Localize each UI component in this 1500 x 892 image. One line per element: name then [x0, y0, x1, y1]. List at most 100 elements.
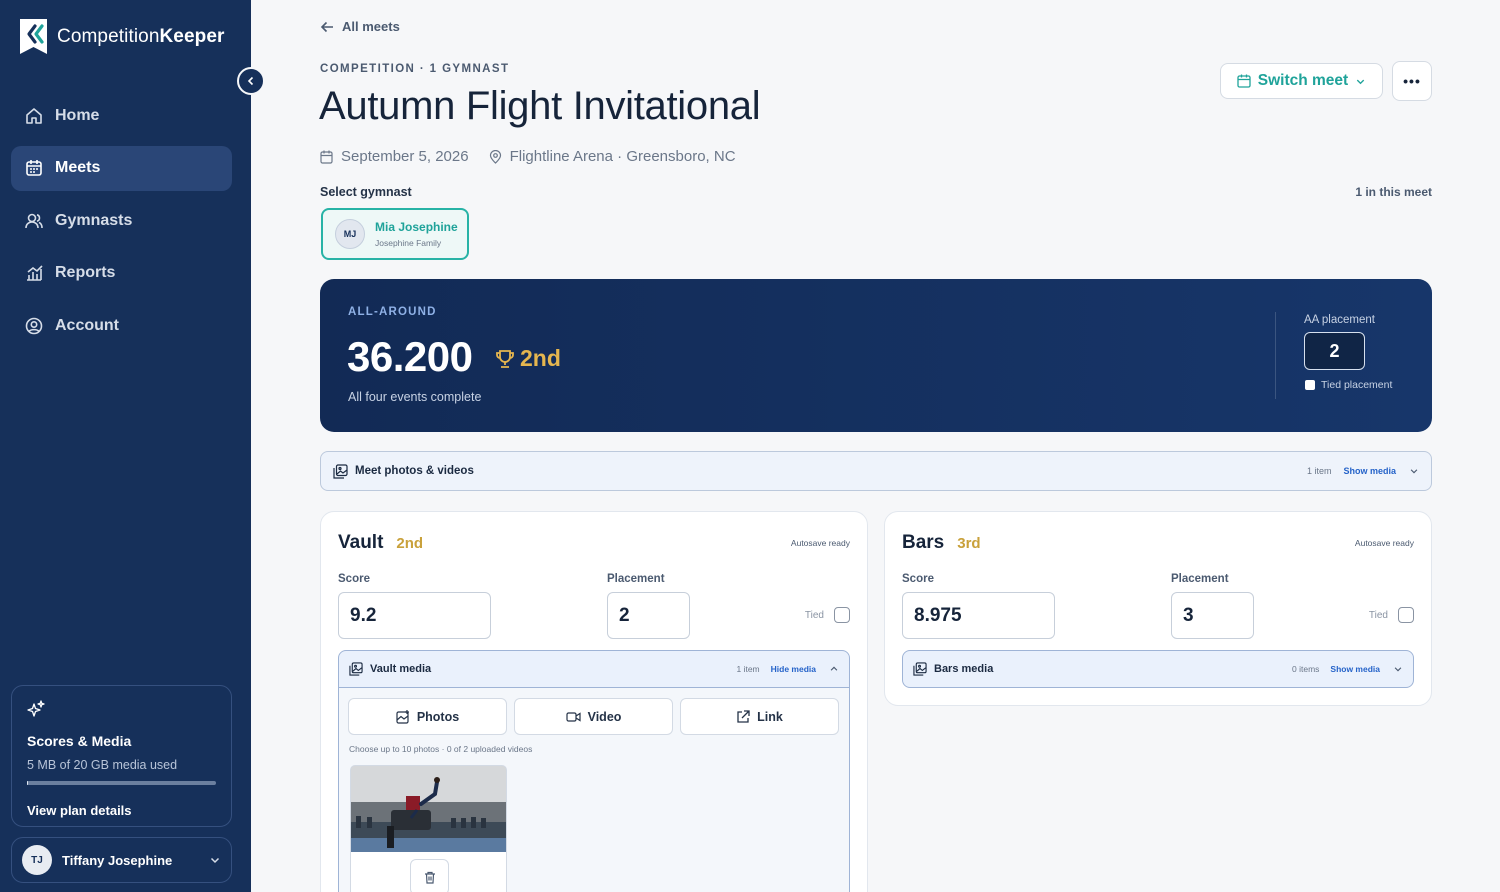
logo-icon: [20, 19, 47, 54]
show-media-button[interactable]: Show media: [1343, 466, 1396, 476]
event-title: Vault 2nd: [338, 532, 423, 554]
switch-meet-label: Switch meet: [1257, 72, 1349, 89]
tied-label: Tied: [804, 609, 824, 621]
arrow-left-icon: [320, 21, 333, 32]
add-link-button[interactable]: Link: [680, 698, 839, 735]
tied-placement-checkbox[interactable]: [1305, 380, 1315, 390]
back-link[interactable]: All meets: [320, 19, 400, 34]
autosave-status: Autosave ready: [1354, 538, 1414, 548]
main-content: All meets COMPETITION · 1 GYMNAST Autumn…: [251, 0, 1500, 892]
event-name: Vault: [338, 532, 384, 553]
gymnast-photo: [351, 766, 506, 852]
score-label: Score: [338, 573, 370, 585]
tied-label: Tied: [1368, 609, 1388, 621]
chevron-up-icon: [830, 666, 838, 671]
sidebar-item-reports[interactable]: Reports: [11, 251, 232, 296]
chevron-left-icon: [247, 76, 254, 86]
tied-checkbox[interactable]: [1398, 607, 1414, 623]
event-card-bars: Bars 3rd Autosave ready Score 8.975 Plac…: [884, 511, 1432, 706]
page-title: Autumn Flight Invitational: [319, 84, 761, 128]
more-options-icon: •••: [1403, 73, 1421, 89]
tied-checkbox[interactable]: [834, 607, 850, 623]
home-icon: [26, 107, 42, 124]
upload-buttons: Photos Video Link: [348, 698, 839, 735]
user-menu[interactable]: TJ Tiffany Josephine: [11, 837, 232, 883]
sparkles-icon: [27, 700, 45, 717]
view-plan-link[interactable]: View plan details: [27, 803, 216, 818]
plan-usage-bar: [27, 781, 216, 785]
sidebar-item-label: Account: [55, 316, 119, 334]
meet-meta: September 5, 2026 Flightline Arena · Gre…: [320, 148, 736, 165]
event-placement: 2nd: [396, 535, 424, 552]
sidebar-item-label: Gymnasts: [55, 211, 133, 229]
show-media-button[interactable]: Show media: [1330, 664, 1380, 674]
vault-media-count: 1 item: [736, 664, 760, 674]
calendar-icon: [26, 160, 42, 176]
plan-usage: 5 MB of 20 GB media used: [27, 758, 178, 772]
score-input[interactable]: 8.975: [902, 592, 1055, 639]
plan-usage-fill: [27, 781, 28, 785]
sidebar-item-home[interactable]: Home: [11, 93, 232, 138]
aa-placement-input[interactable]: 2: [1304, 332, 1365, 370]
event-placement: 3rd: [957, 535, 981, 552]
users-icon: [25, 213, 43, 228]
divider: [1275, 312, 1276, 399]
gymnast-name: Mia Josephine: [375, 220, 458, 234]
calendar-icon: [1237, 74, 1251, 88]
event-name: Bars: [902, 532, 945, 553]
page-eyebrow: COMPETITION · 1 GYMNAST: [320, 63, 510, 75]
placement-label: Placement: [1171, 573, 1229, 585]
sidebar-item-label: Reports: [55, 264, 116, 281]
brand[interactable]: CompetitionKeeper: [18, 17, 225, 57]
vault-media-bar[interactable]: Vault media 1 item Hide media: [338, 650, 850, 688]
vault-media-panel: Photos Video Link Choose up to 10 photos…: [338, 688, 850, 892]
plan-title: Scores & Media: [27, 733, 132, 749]
event-card-vault: Vault 2nd Autosave ready Score 9.2 Place…: [320, 511, 868, 892]
hide-media-button[interactable]: Hide media: [771, 664, 816, 674]
placement-label: Placement: [607, 573, 665, 585]
sidebar-item-gymnasts[interactable]: Gymnasts: [11, 198, 232, 243]
upload-video-button[interactable]: Video: [514, 698, 673, 735]
score-input[interactable]: 9.2: [338, 592, 491, 639]
sidebar-item-label: Home: [55, 106, 100, 124]
meet-media-count: 1 item: [1306, 466, 1332, 476]
gymnast-chip-selected[interactable]: MJ Mia Josephine Josephine Family: [321, 208, 469, 260]
tied-toggle[interactable]: Tied: [805, 607, 850, 623]
upload-photos-label: Photos: [416, 709, 460, 724]
bars-media-count: 0 items: [1292, 664, 1320, 674]
more-options-button[interactable]: •••: [1392, 61, 1432, 101]
gymnast-family: Josephine Family: [375, 238, 442, 248]
map-pin-icon: [489, 149, 501, 164]
tied-placement-toggle[interactable]: Tied placement: [1305, 379, 1392, 391]
image-plus-icon: [396, 709, 409, 724]
collapse-sidebar-button[interactable]: [237, 67, 265, 95]
media-thumbnail[interactable]: [350, 765, 507, 892]
bars-media-bar[interactable]: Bars media 0 items Show media: [902, 650, 1414, 688]
placement-input[interactable]: 3: [1171, 592, 1254, 639]
meet-media-title: Meet photos & videos: [355, 465, 474, 477]
user-circle-icon: [25, 317, 43, 334]
vault-media-title: Vault media: [370, 663, 432, 675]
meet-media-bar[interactable]: Meet photos & videos 1 item Show media: [320, 451, 1432, 491]
upload-photos-button[interactable]: Photos: [348, 698, 507, 735]
tied-toggle[interactable]: Tied: [1369, 607, 1414, 623]
trash-icon: [424, 871, 435, 884]
placement-input[interactable]: 2: [607, 592, 690, 639]
calendar-icon: [320, 150, 333, 164]
all-around-label: ALL-AROUND: [348, 306, 437, 318]
switch-meet-button[interactable]: Switch meet: [1220, 63, 1383, 99]
sidebar-item-account[interactable]: Account: [11, 303, 232, 348]
sidebar: CompetitionKeeper Home Meets Gymnasts Re…: [0, 0, 251, 892]
sidebar-item-meets[interactable]: Meets: [11, 145, 232, 191]
user-name: Tiffany Josephine: [62, 852, 173, 868]
chevron-down-icon: [210, 857, 220, 864]
event-title: Bars 3rd: [902, 532, 981, 554]
select-gymnast-label: Select gymnast: [320, 185, 412, 199]
all-around-score: 36.200: [347, 333, 473, 380]
all-around-placement: 2nd: [495, 345, 561, 372]
delete-media-button[interactable]: [410, 859, 449, 892]
avatar: TJ: [22, 845, 52, 875]
trophy-icon: [496, 349, 514, 368]
sidebar-item-label: Meets: [55, 159, 101, 176]
sidebar-nav: Home Meets Gymnasts Reports Account: [11, 93, 232, 356]
